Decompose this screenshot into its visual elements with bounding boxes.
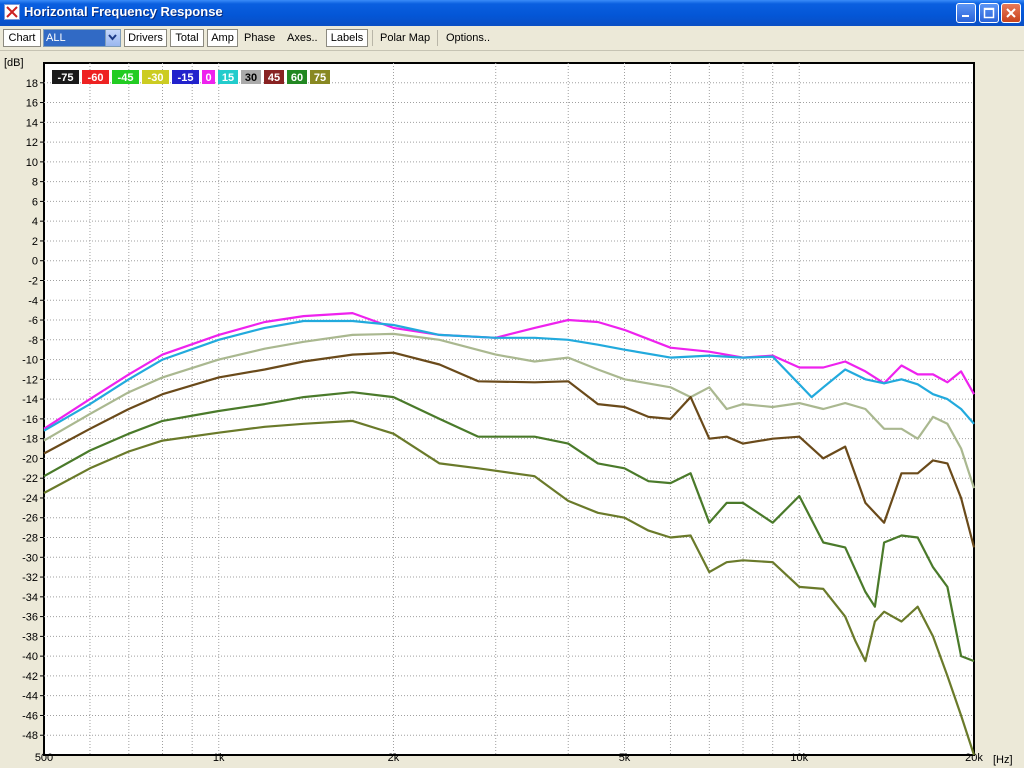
axes-button[interactable]: Axes..	[287, 30, 318, 46]
phase-button[interactable]: Phase	[244, 30, 275, 46]
y-tick-label: 8	[32, 177, 38, 189]
frequency-response-chart[interactable]: 18 16 14 12 10 8 6 4 2 0 -2 -4 -6 -8 -10 -12 -14 -16 -18 -2…	[0, 51, 1024, 768]
y-tick-label: -24	[22, 493, 38, 505]
toolbar: Chart ALL Drivers Total Amp Phase Axes..…	[0, 26, 1024, 51]
y-tick-label: -36	[22, 612, 38, 624]
y-tick-label: -44	[22, 691, 38, 703]
y-tick-label: 6	[32, 196, 38, 208]
close-icon[interactable]	[1001, 3, 1021, 23]
y-tick-label: -28	[22, 533, 38, 545]
x-tick-label: 1k	[213, 752, 225, 764]
y-tick-label: -18	[22, 434, 38, 446]
chart-select-value: ALL	[44, 30, 105, 46]
chart-select[interactable]: ALL	[43, 29, 121, 47]
polar-map-button[interactable]: Polar Map	[380, 30, 430, 46]
y-tick-label: 12	[26, 137, 38, 149]
amp-button[interactable]: Amp	[207, 29, 238, 47]
title-bar: Horizontal Frequency Response	[0, 0, 1024, 26]
chevron-down-icon[interactable]	[105, 30, 120, 46]
maximize-icon[interactable]	[979, 3, 999, 23]
y-tick-label: -40	[22, 651, 38, 663]
legend: -75 -60 -45 -30 -15 0 15 30 45 60 75	[52, 70, 330, 84]
x-tick-label: 2k	[388, 752, 400, 764]
y-tick-label: -20	[22, 453, 38, 465]
y-axis: 18 16 14 12 10 8 6 4 2 0 -2 -4 -6 -8 -10 -12 -14 -16 -18 -2…	[22, 78, 44, 742]
legend-label: 45	[268, 72, 280, 84]
y-tick-label: -34	[22, 592, 38, 604]
legend-label: -45	[118, 72, 134, 84]
y-tick-label: 10	[26, 157, 38, 169]
y-tick-label: 16	[26, 98, 38, 110]
legend-label: -75	[58, 72, 74, 84]
y-tick-label: -48	[22, 730, 38, 742]
legend-label: 15	[222, 72, 234, 84]
toolbar-separator	[372, 30, 373, 46]
chart-area: 18 16 14 12 10 8 6 4 2 0 -2 -4 -6 -8 -10 -12 -14 -16 -18 -2…	[0, 51, 1024, 768]
total-button[interactable]: Total	[170, 29, 204, 47]
y-axis-label: [dB]	[4, 57, 24, 69]
y-tick-label: -2	[28, 275, 38, 287]
drivers-button[interactable]: Drivers	[124, 29, 167, 47]
plot-area	[43, 62, 975, 756]
legend-label: 30	[245, 72, 257, 84]
minimize-icon[interactable]	[956, 3, 976, 23]
x-tick-label: 5k	[619, 752, 631, 764]
y-tick-label: -32	[22, 572, 38, 584]
labels-button[interactable]: Labels	[326, 29, 368, 47]
y-tick-label: 14	[26, 117, 38, 129]
y-tick-label: -14	[22, 394, 38, 406]
options-button[interactable]: Options..	[446, 30, 490, 46]
y-tick-label: 2	[32, 236, 38, 248]
toolbar-separator	[437, 30, 438, 46]
y-tick-label: -6	[28, 315, 38, 327]
y-tick-label: -46	[22, 710, 38, 722]
window-title: Horizontal Frequency Response	[24, 4, 223, 19]
y-tick-label: -4	[28, 295, 38, 307]
legend-label: -15	[178, 72, 194, 84]
legend-label: 60	[291, 72, 303, 84]
legend-label: 75	[314, 72, 326, 84]
y-tick-label: -38	[22, 631, 38, 643]
y-tick-label: -42	[22, 671, 38, 683]
y-tick-label: 4	[32, 216, 38, 228]
y-tick-label: -30	[22, 552, 38, 564]
chart-button[interactable]: Chart	[3, 29, 41, 47]
x-tick-label: 500	[35, 752, 53, 764]
legend-label: -30	[148, 72, 164, 84]
x-axis-label: [Hz]	[993, 754, 1013, 766]
legend-label: -60	[88, 72, 104, 84]
y-tick-label: -12	[22, 374, 38, 386]
y-tick-label: -26	[22, 513, 38, 525]
app-icon	[4, 4, 20, 20]
y-tick-label: 0	[32, 256, 38, 268]
y-tick-label: -8	[28, 335, 38, 347]
y-tick-label: -22	[22, 473, 38, 485]
y-tick-label: 18	[26, 78, 38, 90]
x-tick-label: 10k	[790, 752, 808, 764]
y-tick-label: -16	[22, 414, 38, 426]
legend-label: 0	[205, 72, 211, 84]
y-tick-label: -10	[22, 355, 38, 367]
